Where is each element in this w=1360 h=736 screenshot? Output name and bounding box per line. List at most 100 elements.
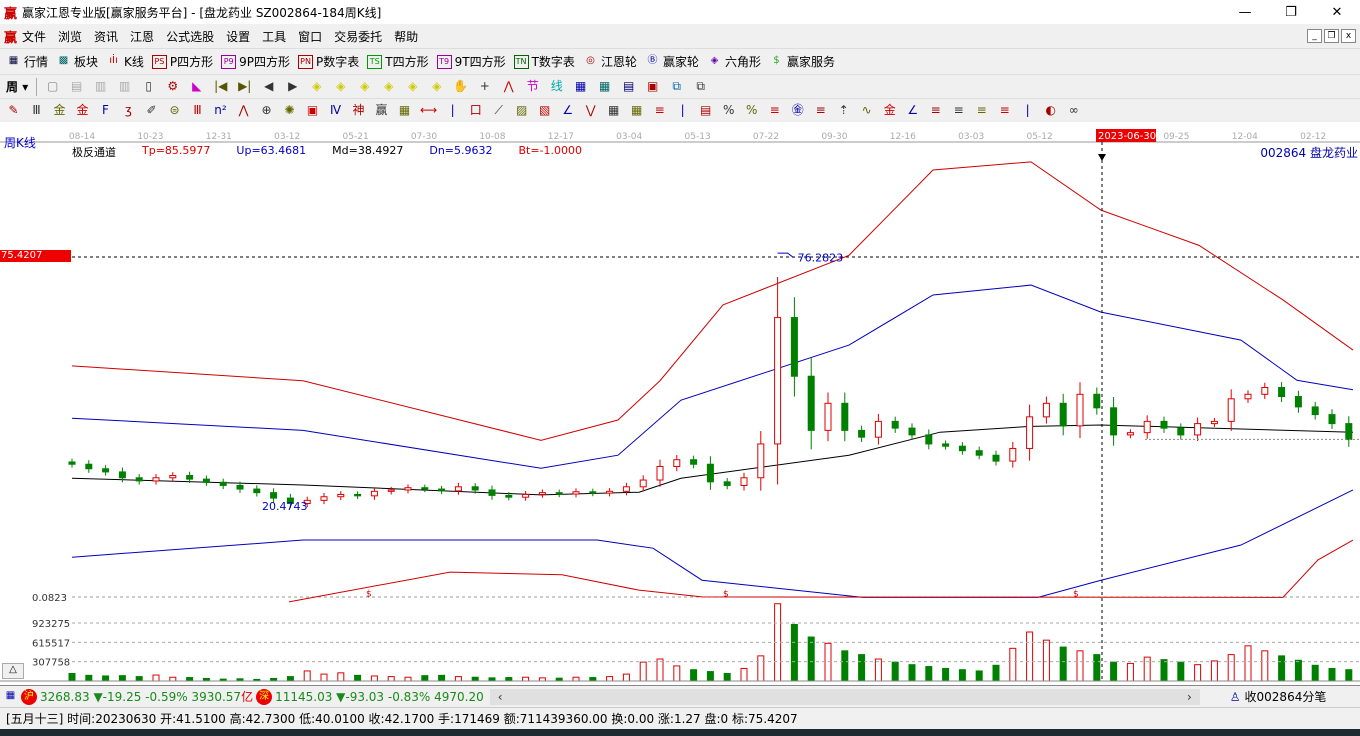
drawing-tool-icon[interactable]: ▤ xyxy=(698,103,713,118)
drawing-tool-icon[interactable]: ≡ xyxy=(997,103,1012,118)
menu-item[interactable]: 窗口 xyxy=(298,28,322,45)
chart-tool-icon[interactable]: ◈ xyxy=(381,79,396,94)
period-select[interactable]: 周 ▾ xyxy=(6,78,28,95)
menu-item[interactable]: 帮助 xyxy=(394,28,418,45)
index-scrollbar[interactable]: ‹ › xyxy=(489,688,1200,705)
menu-item[interactable]: 文件 xyxy=(22,28,46,45)
drawing-tool-icon[interactable]: ∠ xyxy=(560,103,575,118)
chart-tool-icon[interactable]: ▣ xyxy=(645,79,660,94)
drawing-tool-icon[interactable]: ∞ xyxy=(1066,103,1081,118)
drawing-tool-icon[interactable]: Ⅳ xyxy=(328,103,343,118)
drawing-tool-icon[interactable]: ʒ xyxy=(121,103,136,118)
drawing-tool-icon[interactable]: ∿ xyxy=(859,103,874,118)
drawing-tool-icon[interactable]: | xyxy=(675,103,690,118)
drawing-tool-icon[interactable]: ≡ xyxy=(652,103,667,118)
drawing-tool-icon[interactable]: ▨ xyxy=(514,103,529,118)
drawing-tool-icon[interactable]: ≡ xyxy=(813,103,828,118)
drawing-tool-icon[interactable]: 口 xyxy=(468,103,483,118)
toolbar-button[interactable]: T9 9T四方形 xyxy=(436,53,506,70)
collapse-button[interactable]: △ xyxy=(2,663,24,679)
toolbar-button[interactable]: ▦ 行情 xyxy=(6,53,48,70)
chart-tool-icon[interactable]: ▦ xyxy=(597,79,612,94)
menu-item[interactable]: 交易委托 xyxy=(334,28,382,45)
drawing-tool-icon[interactable]: ▦ xyxy=(606,103,621,118)
drawing-tool-icon[interactable]: 赢 xyxy=(374,103,389,118)
drawing-tool-icon[interactable]: ▧ xyxy=(537,103,552,118)
chart-tool-icon[interactable]: ▥ xyxy=(93,79,108,94)
drawing-tool-icon[interactable]: ▦ xyxy=(397,103,412,118)
drawing-tool-icon[interactable]: ⋁ xyxy=(583,103,598,118)
toolbar-button[interactable]: $ 赢家服务 xyxy=(769,53,835,70)
drawing-tool-icon[interactable]: ∠ xyxy=(905,103,920,118)
menu-item[interactable]: 江恩 xyxy=(130,28,154,45)
drawing-tool-icon[interactable]: ㊎ xyxy=(790,103,805,118)
toolbar-button[interactable]: Ⓑ 赢家轮 xyxy=(645,53,699,70)
drawing-tool-icon[interactable]: ⟷ xyxy=(420,103,437,118)
drawing-tool-icon[interactable]: ✎ xyxy=(6,103,21,118)
chart-tool-icon[interactable]: 节 xyxy=(525,79,540,94)
quote-table-icon[interactable]: ▦ xyxy=(3,689,18,704)
drawing-tool-icon[interactable]: ✺ xyxy=(282,103,297,118)
drawing-tool-icon[interactable]: 金 xyxy=(52,103,67,118)
menu-item[interactable]: 公式选股 xyxy=(166,28,214,45)
drawing-tool-icon[interactable]: F xyxy=(98,103,113,118)
chart-canvas[interactable]: 08-14 10-23 12-31 03-12 05-21 07-30 10-08 12-17… xyxy=(0,128,1360,685)
drawing-tool-icon[interactable]: ≡ xyxy=(974,103,989,118)
chart-tool-icon[interactable]: ◀ xyxy=(261,79,276,94)
chart-tool-icon[interactable]: ⧉ xyxy=(669,79,684,94)
drawing-tool-icon[interactable]: ⇡ xyxy=(836,103,851,118)
toolbar-button[interactable]: ◈ 六角形 xyxy=(707,53,761,70)
toolbar-button[interactable]: P9 9P四方形 xyxy=(221,53,290,70)
chart-tool-icon[interactable]: ▥ xyxy=(117,79,132,94)
drawing-tool-icon[interactable]: % xyxy=(721,103,736,118)
menu-item[interactable]: 设置 xyxy=(226,28,250,45)
chart-tool-icon[interactable]: ▤ xyxy=(69,79,84,94)
tick-ticker[interactable]: 收002864分笔 xyxy=(1245,688,1327,705)
chart-tool-icon[interactable]: ▶| xyxy=(237,79,252,94)
menu-item[interactable]: 浏览 xyxy=(58,28,82,45)
toolbar-button[interactable]: ◎ 江恩轮 xyxy=(583,53,637,70)
mdi-close-button[interactable]: x xyxy=(1341,29,1356,43)
chart-tool-icon[interactable]: ⚙ xyxy=(165,79,180,94)
scroll-left-button[interactable]: ‹ xyxy=(498,690,503,704)
chart-tool-icon[interactable]: ◈ xyxy=(429,79,444,94)
drawing-tool-icon[interactable]: ✐ xyxy=(144,103,159,118)
chart-tool-icon[interactable]: ▶ xyxy=(285,79,300,94)
drawing-tool-icon[interactable]: 金 xyxy=(882,103,897,118)
drawing-tool-icon[interactable]: ▦ xyxy=(629,103,644,118)
minimize-button[interactable]: — xyxy=(1222,5,1268,20)
chart-tool-icon[interactable]: ✋ xyxy=(453,79,468,94)
chart-tool-icon[interactable]: 线 xyxy=(549,79,564,94)
drawing-tool-icon[interactable]: ≡ xyxy=(951,103,966,118)
toolbar-button[interactable]: PN P数字表 xyxy=(298,53,359,70)
toolbar-button[interactable]: TN T数字表 xyxy=(513,53,575,70)
chart-tool-icon[interactable]: ◈ xyxy=(357,79,372,94)
scroll-right-button[interactable]: › xyxy=(1187,690,1192,704)
drawing-tool-icon[interactable]: ◐ xyxy=(1043,103,1058,118)
drawing-tool-icon[interactable]: 神 xyxy=(351,103,366,118)
chart-tool-icon[interactable]: ▤ xyxy=(621,79,636,94)
drawing-tool-icon[interactable]: ⟋ xyxy=(491,103,506,118)
menu-item[interactable]: 资讯 xyxy=(94,28,118,45)
drawing-tool-icon[interactable]: ⊕ xyxy=(259,103,274,118)
drawing-tool-icon[interactable]: | xyxy=(1020,103,1035,118)
chart-tool-icon[interactable]: ◈ xyxy=(333,79,348,94)
drawing-tool-icon[interactable]: | xyxy=(445,103,460,118)
drawing-tool-icon[interactable]: n² xyxy=(213,103,228,118)
chart-tool-icon[interactable]: ▯ xyxy=(141,79,156,94)
mdi-minimize-button[interactable]: _ xyxy=(1307,29,1322,43)
mdi-restore-button[interactable]: ❐ xyxy=(1324,29,1339,43)
drawing-tool-icon[interactable]: Ⅲ xyxy=(29,103,44,118)
drawing-tool-icon[interactable]: ≡ xyxy=(767,103,782,118)
chart-tool-icon[interactable]: ▢ xyxy=(45,79,60,94)
kline-chart[interactable]: 08-14 10-23 12-31 03-12 05-21 07-30 10-08 12-17… xyxy=(0,128,1360,685)
chart-tool-icon[interactable]: ⧉ xyxy=(693,79,708,94)
chart-tool-icon[interactable]: |◀ xyxy=(213,79,228,94)
close-button[interactable]: ✕ xyxy=(1314,5,1360,20)
chart-tool-icon[interactable]: + xyxy=(477,79,492,94)
menu-item[interactable]: 工具 xyxy=(262,28,286,45)
drawing-tool-icon[interactable]: ▣ xyxy=(305,103,320,118)
drawing-tool-icon[interactable]: 金 xyxy=(75,103,90,118)
drawing-tool-icon[interactable]: ≡ xyxy=(928,103,943,118)
chart-tool-icon[interactable]: ◣ xyxy=(189,79,204,94)
